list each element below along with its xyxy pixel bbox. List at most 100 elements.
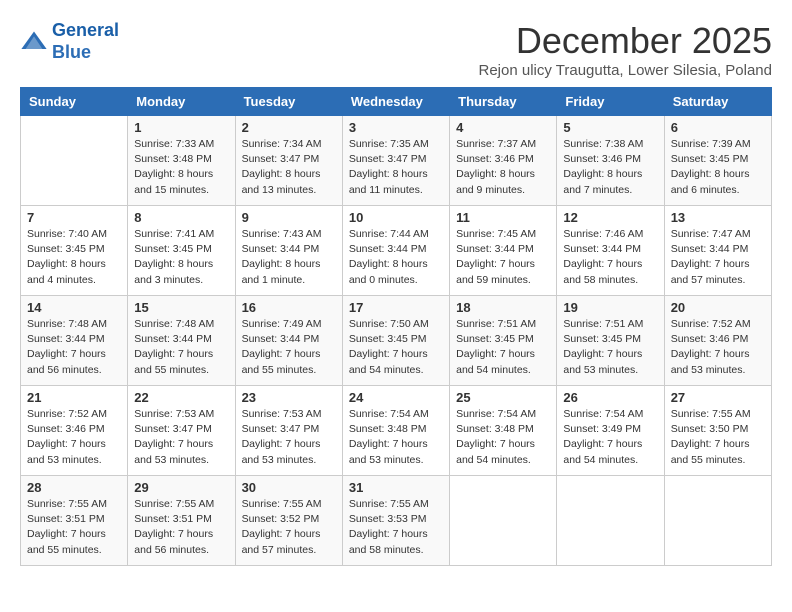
title-block: December 2025 Rejon ulicy Traugutta, Low…	[479, 20, 773, 79]
day-info: Sunrise: 7:38 AM Sunset: 3:46 PM Dayligh…	[563, 137, 657, 198]
calendar-cell	[557, 476, 664, 566]
day-number: 22	[134, 390, 228, 405]
day-number: 12	[563, 210, 657, 225]
day-info: Sunrise: 7:51 AM Sunset: 3:45 PM Dayligh…	[563, 317, 657, 378]
day-number: 10	[349, 210, 443, 225]
calendar-cell: 7 Sunrise: 7:40 AM Sunset: 3:45 PM Daylig…	[21, 206, 128, 296]
day-info: Sunrise: 7:55 AM Sunset: 3:51 PM Dayligh…	[27, 497, 121, 558]
calendar-header-saturday: Saturday	[664, 88, 771, 116]
day-number: 18	[456, 300, 550, 315]
day-number: 17	[349, 300, 443, 315]
day-number: 6	[671, 120, 765, 135]
day-info: Sunrise: 7:52 AM Sunset: 3:46 PM Dayligh…	[27, 407, 121, 468]
calendar-cell	[21, 116, 128, 206]
day-number: 26	[563, 390, 657, 405]
calendar-header-friday: Friday	[557, 88, 664, 116]
calendar-cell: 19 Sunrise: 7:51 AM Sunset: 3:45 PM Dayli…	[557, 296, 664, 386]
calendar-cell: 29 Sunrise: 7:55 AM Sunset: 3:51 PM Dayli…	[128, 476, 235, 566]
calendar-cell: 8Sunrise: 7:41 AM Sunset: 3:45 PM Daylig…	[128, 206, 235, 296]
calendar-cell: 5 Sunrise: 7:38 AM Sunset: 3:46 PM Daylig…	[557, 116, 664, 206]
calendar-week-1: 1 Sunrise: 7:33 AM Sunset: 3:48 PM Daylig…	[21, 116, 772, 206]
day-number: 23	[242, 390, 336, 405]
day-number: 21	[27, 390, 121, 405]
day-info: Sunrise: 7:48 AM Sunset: 3:44 PM Dayligh…	[27, 317, 121, 378]
calendar-week-3: 14 Sunrise: 7:48 AM Sunset: 3:44 PM Dayli…	[21, 296, 772, 386]
day-number: 5	[563, 120, 657, 135]
day-info: Sunrise: 7:43 AM Sunset: 3:44 PM Dayligh…	[242, 227, 336, 288]
calendar-week-2: 7 Sunrise: 7:40 AM Sunset: 3:45 PM Daylig…	[21, 206, 772, 296]
calendar-cell: 1 Sunrise: 7:33 AM Sunset: 3:48 PM Daylig…	[128, 116, 235, 206]
day-number: 14	[27, 300, 121, 315]
day-number: 2	[242, 120, 336, 135]
calendar-cell: 2 Sunrise: 7:34 AM Sunset: 3:47 PM Daylig…	[235, 116, 342, 206]
logo-text: General Blue	[52, 20, 119, 63]
day-number: 9	[242, 210, 336, 225]
day-info: Sunrise: 7:54 AM Sunset: 3:49 PM Dayligh…	[563, 407, 657, 468]
day-info: Sunrise: 7:55 AM Sunset: 3:53 PM Dayligh…	[349, 497, 443, 558]
calendar-body: 1 Sunrise: 7:33 AM Sunset: 3:48 PM Daylig…	[21, 116, 772, 566]
day-number: 3	[349, 120, 443, 135]
calendar-cell: 3 Sunrise: 7:35 AM Sunset: 3:47 PM Daylig…	[342, 116, 449, 206]
calendar-cell: 10 Sunrise: 7:44 AM Sunset: 3:44 PM Dayli…	[342, 206, 449, 296]
calendar-cell: 9 Sunrise: 7:43 AM Sunset: 3:44 PM Daylig…	[235, 206, 342, 296]
day-info: Sunrise: 7:54 AM Sunset: 3:48 PM Dayligh…	[456, 407, 550, 468]
calendar-cell: 12Sunrise: 7:46 AM Sunset: 3:44 PM Dayli…	[557, 206, 664, 296]
day-number: 11	[456, 210, 550, 225]
day-number: 19	[563, 300, 657, 315]
day-info: Sunrise: 7:33 AM Sunset: 3:48 PM Dayligh…	[134, 137, 228, 198]
day-number: 24	[349, 390, 443, 405]
day-info: Sunrise: 7:40 AM Sunset: 3:45 PM Dayligh…	[27, 227, 121, 288]
calendar-header-thursday: Thursday	[450, 88, 557, 116]
day-info: Sunrise: 7:54 AM Sunset: 3:48 PM Dayligh…	[349, 407, 443, 468]
day-info: Sunrise: 7:47 AM Sunset: 3:44 PM Dayligh…	[671, 227, 765, 288]
page-header: General Blue December 2025 Rejon ulicy T…	[20, 20, 772, 79]
day-info: Sunrise: 7:34 AM Sunset: 3:47 PM Dayligh…	[242, 137, 336, 198]
calendar-week-4: 21 Sunrise: 7:52 AM Sunset: 3:46 PM Dayli…	[21, 386, 772, 476]
calendar-cell: 4 Sunrise: 7:37 AM Sunset: 3:46 PM Daylig…	[450, 116, 557, 206]
calendar-header-tuesday: Tuesday	[235, 88, 342, 116]
day-number: 20	[671, 300, 765, 315]
month-title: December 2025	[479, 20, 773, 62]
calendar-cell: 31 Sunrise: 7:55 AM Sunset: 3:53 PM Dayli…	[342, 476, 449, 566]
day-number: 28	[27, 480, 121, 495]
calendar-header-row: SundayMondayTuesdayWednesdayThursdayFrid…	[21, 88, 772, 116]
calendar-cell	[664, 476, 771, 566]
day-info: Sunrise: 7:52 AM Sunset: 3:46 PM Dayligh…	[671, 317, 765, 378]
calendar-table: SundayMondayTuesdayWednesdayThursdayFrid…	[20, 87, 772, 566]
calendar-cell: 20 Sunrise: 7:52 AM Sunset: 3:46 PM Dayli…	[664, 296, 771, 386]
calendar-cell: 24 Sunrise: 7:54 AM Sunset: 3:48 PM Dayli…	[342, 386, 449, 476]
calendar-cell: 17Sunrise: 7:50 AM Sunset: 3:45 PM Dayli…	[342, 296, 449, 386]
day-number: 30	[242, 480, 336, 495]
day-info: Sunrise: 7:55 AM Sunset: 3:52 PM Dayligh…	[242, 497, 336, 558]
calendar-cell: 30 Sunrise: 7:55 AM Sunset: 3:52 PM Dayli…	[235, 476, 342, 566]
day-info: Sunrise: 7:35 AM Sunset: 3:47 PM Dayligh…	[349, 137, 443, 198]
day-number: 29	[134, 480, 228, 495]
calendar-cell: 28 Sunrise: 7:55 AM Sunset: 3:51 PM Dayli…	[21, 476, 128, 566]
calendar-cell: 22 Sunrise: 7:53 AM Sunset: 3:47 PM Dayli…	[128, 386, 235, 476]
calendar-cell: 13 Sunrise: 7:47 AM Sunset: 3:44 PM Dayli…	[664, 206, 771, 296]
calendar-cell: 18 Sunrise: 7:51 AM Sunset: 3:45 PM Dayli…	[450, 296, 557, 386]
subtitle: Rejon ulicy Traugutta, Lower Silesia, Po…	[479, 62, 773, 79]
day-info: Sunrise: 7:37 AM Sunset: 3:46 PM Dayligh…	[456, 137, 550, 198]
day-number: 7	[27, 210, 121, 225]
day-number: 1	[134, 120, 228, 135]
calendar-cell: 27Sunrise: 7:55 AM Sunset: 3:50 PM Dayli…	[664, 386, 771, 476]
day-info: Sunrise: 7:51 AM Sunset: 3:45 PM Dayligh…	[456, 317, 550, 378]
calendar-cell: 11Sunrise: 7:45 AM Sunset: 3:44 PM Dayli…	[450, 206, 557, 296]
day-number: 4	[456, 120, 550, 135]
day-number: 15	[134, 300, 228, 315]
calendar-cell: 6 Sunrise: 7:39 AM Sunset: 3:45 PM Daylig…	[664, 116, 771, 206]
day-info: Sunrise: 7:44 AM Sunset: 3:44 PM Dayligh…	[349, 227, 443, 288]
day-number: 13	[671, 210, 765, 225]
logo-icon	[20, 28, 48, 56]
calendar-cell: 21 Sunrise: 7:52 AM Sunset: 3:46 PM Dayli…	[21, 386, 128, 476]
day-info: Sunrise: 7:53 AM Sunset: 3:47 PM Dayligh…	[242, 407, 336, 468]
day-info: Sunrise: 7:53 AM Sunset: 3:47 PM Dayligh…	[134, 407, 228, 468]
calendar-cell: 16Sunrise: 7:49 AM Sunset: 3:44 PM Dayli…	[235, 296, 342, 386]
calendar-cell: 23 Sunrise: 7:53 AM Sunset: 3:47 PM Dayli…	[235, 386, 342, 476]
day-info: Sunrise: 7:39 AM Sunset: 3:45 PM Dayligh…	[671, 137, 765, 198]
calendar-cell: 25 Sunrise: 7:54 AM Sunset: 3:48 PM Dayli…	[450, 386, 557, 476]
day-number: 31	[349, 480, 443, 495]
day-number: 25	[456, 390, 550, 405]
day-info: Sunrise: 7:55 AM Sunset: 3:51 PM Dayligh…	[134, 497, 228, 558]
